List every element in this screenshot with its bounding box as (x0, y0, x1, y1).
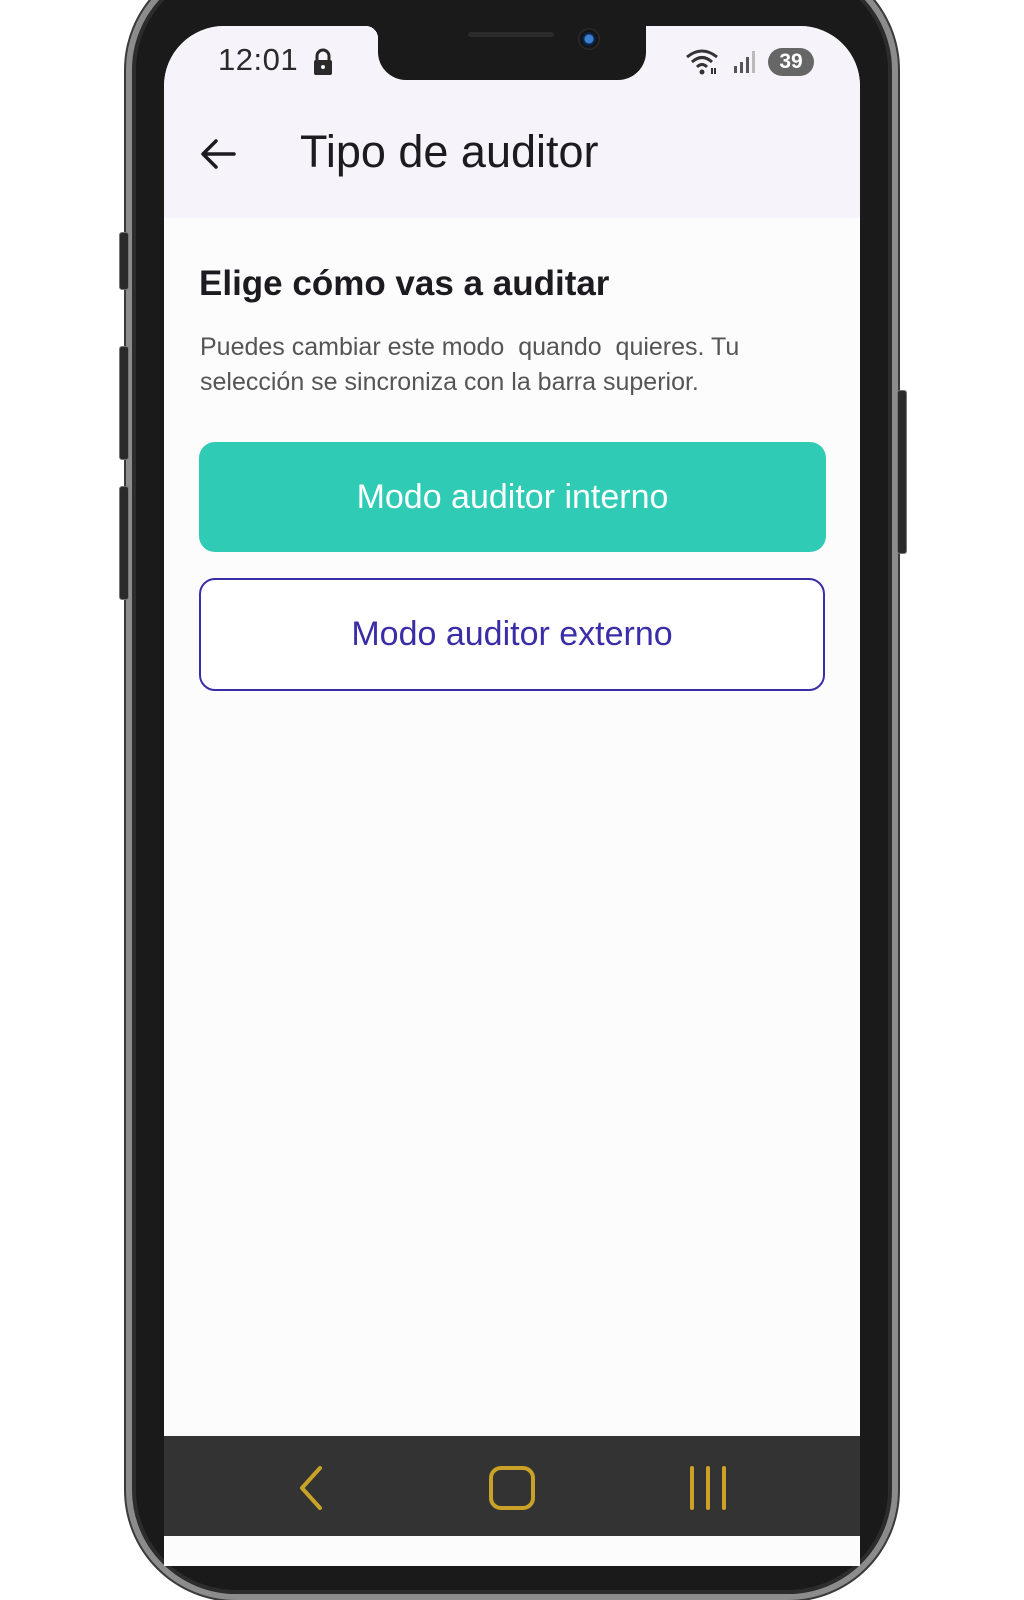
back-chevron-icon[interactable] (296, 1464, 326, 1512)
battery-icon: 39 (768, 48, 814, 76)
home-square-icon[interactable] (488, 1464, 536, 1512)
phone-volume-up-button (119, 346, 129, 460)
screen: 12:01 39 Tipo de auditor Elige cómo vas … (164, 26, 860, 1566)
external-auditor-mode-button[interactable]: Modo auditor externo (199, 578, 825, 691)
camera-notch (366, 26, 646, 80)
phone-side-button (119, 232, 129, 290)
top-app-bar: 12:01 39 Tipo de auditor (164, 26, 860, 218)
signal-icon (734, 51, 755, 73)
status-time: 12:01 (218, 42, 299, 77)
lock-icon (314, 48, 332, 75)
internal-auditor-mode-button[interactable]: Modo auditor interno (199, 442, 826, 552)
phone-volume-down-button (119, 486, 129, 600)
recents-bars-icon[interactable] (688, 1464, 728, 1512)
phone-power-button (897, 390, 907, 554)
wifi-icon (686, 49, 718, 75)
section-description: Puedes cambiar este modo quando quieres.… (200, 333, 747, 396)
arrow-left-icon[interactable] (198, 134, 238, 174)
system-navigation-bar (164, 1436, 860, 1536)
battery-level: 39 (779, 50, 803, 73)
section-heading: Elige cómo vas a auditar (199, 264, 610, 303)
earpiece-speaker (468, 32, 554, 37)
front-camera (578, 28, 600, 50)
page-title: Tipo de auditor (300, 126, 599, 177)
